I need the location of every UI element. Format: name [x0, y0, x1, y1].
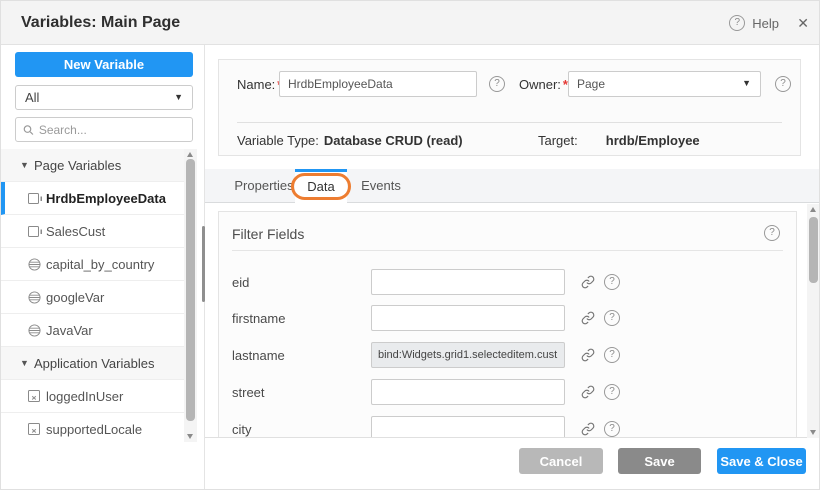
name-label: Name:*: [237, 77, 282, 92]
tab-properties[interactable]: Properties: [233, 169, 295, 203]
tab-bar: Properties Data Events: [205, 169, 820, 203]
collapse-triangle-icon[interactable]: ▼: [20, 160, 34, 170]
service-variable-icon: [28, 291, 44, 304]
card-divider: [237, 122, 782, 123]
field-input-street[interactable]: [371, 379, 565, 405]
db-crud-variable-icon: [28, 193, 44, 204]
group-label: Page Variables: [34, 158, 121, 173]
variable-item-loggedinuser[interactable]: loggedInUser: [1, 380, 184, 413]
variable-label: HrdbEmployeeData: [46, 191, 166, 206]
variable-type-label: Variable Type:: [237, 133, 319, 148]
variable-summary-card: Name:* ? Owner:* Page ▼ ? Variable Type:…: [218, 59, 801, 156]
name-help-icon[interactable]: ?: [489, 76, 505, 92]
sidebar-scrollbar-thumb[interactable]: [186, 159, 195, 421]
field-label-firstname: firstname: [232, 311, 285, 326]
variable-label: loggedInUser: [46, 389, 123, 404]
field-help-icon[interactable]: ?: [604, 384, 620, 400]
field-help-icon[interactable]: ?: [604, 421, 620, 437]
scroll-down-icon[interactable]: [187, 434, 193, 439]
owner-dropdown[interactable]: Page ▼: [568, 71, 761, 97]
variable-type-value: Database CRUD (read): [324, 133, 463, 148]
search-icon: [23, 124, 34, 136]
filter-fields-card: Filter Fields ? eid ? firstname ? lastna…: [218, 211, 797, 438]
owner-help-icon[interactable]: ?: [775, 76, 791, 92]
field-help-icon[interactable]: ?: [604, 274, 620, 290]
variable-item-salescust[interactable]: SalesCust: [1, 215, 184, 248]
help-icon: ?: [729, 15, 745, 31]
field-input-eid[interactable]: [371, 269, 565, 295]
target-label: Target:: [538, 133, 578, 148]
field-help-icon[interactable]: ?: [604, 347, 620, 363]
help-button[interactable]: ? Help: [729, 1, 779, 45]
group-label: Application Variables: [34, 356, 154, 371]
variable-label: supportedLocale: [46, 422, 142, 437]
bind-link-icon[interactable]: [581, 384, 597, 400]
cancel-button[interactable]: Cancel: [519, 448, 603, 474]
variable-item-hrdbemployeedata[interactable]: HrdbEmployeeData: [1, 182, 184, 215]
variable-label: JavaVar: [46, 323, 93, 338]
group-application-variables[interactable]: ▼ Application Variables: [1, 347, 184, 380]
bind-link-icon[interactable]: [581, 274, 597, 290]
tab-data[interactable]: Data: [295, 169, 347, 203]
help-label: Help: [752, 16, 779, 31]
scroll-up-icon[interactable]: [810, 207, 816, 212]
sidebar-scrollbar[interactable]: [184, 149, 197, 442]
variable-label: googleVar: [46, 290, 104, 305]
name-input[interactable]: [279, 71, 477, 97]
search-input[interactable]: [39, 123, 185, 137]
field-input-lastname[interactable]: [371, 342, 565, 368]
variables-dialog: Variables: Main Page ? Help ✕ New Variab…: [0, 0, 820, 490]
tab-events[interactable]: Events: [357, 169, 405, 203]
service-variable-icon: [28, 324, 44, 337]
save-button[interactable]: Save: [618, 448, 701, 474]
bind-link-icon[interactable]: [581, 310, 597, 326]
sidebar: New Variable All ▼ ▼ Page Variables Hrdb…: [1, 45, 204, 490]
field-label-eid: eid: [232, 275, 249, 290]
static-variable-icon: [28, 390, 44, 402]
field-input-firstname[interactable]: [371, 305, 565, 331]
save-and-close-button[interactable]: Save & Close: [717, 448, 806, 474]
field-label-street: street: [232, 385, 265, 400]
filter-fields-title: Filter Fields: [232, 226, 304, 242]
owner-value: Page: [577, 77, 605, 91]
variables-tree: ▼ Page Variables HrdbEmployeeData SalesC…: [1, 149, 184, 442]
target-value: hrdb/Employee: [606, 133, 700, 148]
dialog-header: Variables: Main Page ? Help ✕: [1, 1, 820, 45]
scroll-down-icon[interactable]: [810, 430, 816, 435]
variable-label: capital_by_country: [46, 257, 154, 272]
new-variable-button[interactable]: New Variable: [15, 52, 193, 77]
field-label-lastname: lastname: [232, 348, 285, 363]
bind-link-icon[interactable]: [581, 347, 597, 363]
collapse-triangle-icon[interactable]: ▼: [20, 358, 34, 368]
static-variable-icon: [28, 423, 44, 435]
bind-link-icon[interactable]: [581, 421, 597, 437]
owner-label: Owner:*: [519, 77, 568, 92]
variable-label: SalesCust: [46, 224, 105, 239]
variable-item-googlevar[interactable]: googleVar: [1, 281, 184, 314]
close-icon[interactable]: ✕: [797, 1, 809, 45]
tab-content: Filter Fields ? eid ? firstname ? lastna…: [205, 203, 820, 438]
filter-fields-help-icon[interactable]: ?: [764, 225, 780, 241]
field-label-city: city: [232, 422, 252, 437]
scroll-up-icon[interactable]: [187, 152, 193, 157]
variable-meta-row: Variable Type: Database CRUD (read) Targe…: [237, 133, 785, 148]
content-scrollbar[interactable]: [807, 204, 820, 438]
variable-item-capital-by-country[interactable]: capital_by_country: [1, 248, 184, 281]
field-help-icon[interactable]: ?: [604, 310, 620, 326]
field-input-city[interactable]: [371, 416, 565, 438]
search-box: [15, 117, 193, 142]
section-divider: [232, 250, 783, 251]
db-crud-variable-icon: [28, 226, 44, 237]
chevron-down-icon: ▼: [174, 86, 183, 109]
variable-item-supportedlocale[interactable]: supportedLocale: [1, 413, 184, 442]
group-page-variables[interactable]: ▼ Page Variables: [1, 149, 184, 182]
variable-item-javavar[interactable]: JavaVar: [1, 314, 184, 347]
content-scrollbar-thumb[interactable]: [809, 217, 818, 283]
service-variable-icon: [28, 258, 44, 271]
variable-filter-dropdown[interactable]: All ▼: [15, 85, 193, 110]
dialog-title: Variables: Main Page: [21, 1, 180, 45]
variable-filter-value: All: [25, 90, 39, 105]
chevron-down-icon: ▼: [742, 72, 751, 95]
